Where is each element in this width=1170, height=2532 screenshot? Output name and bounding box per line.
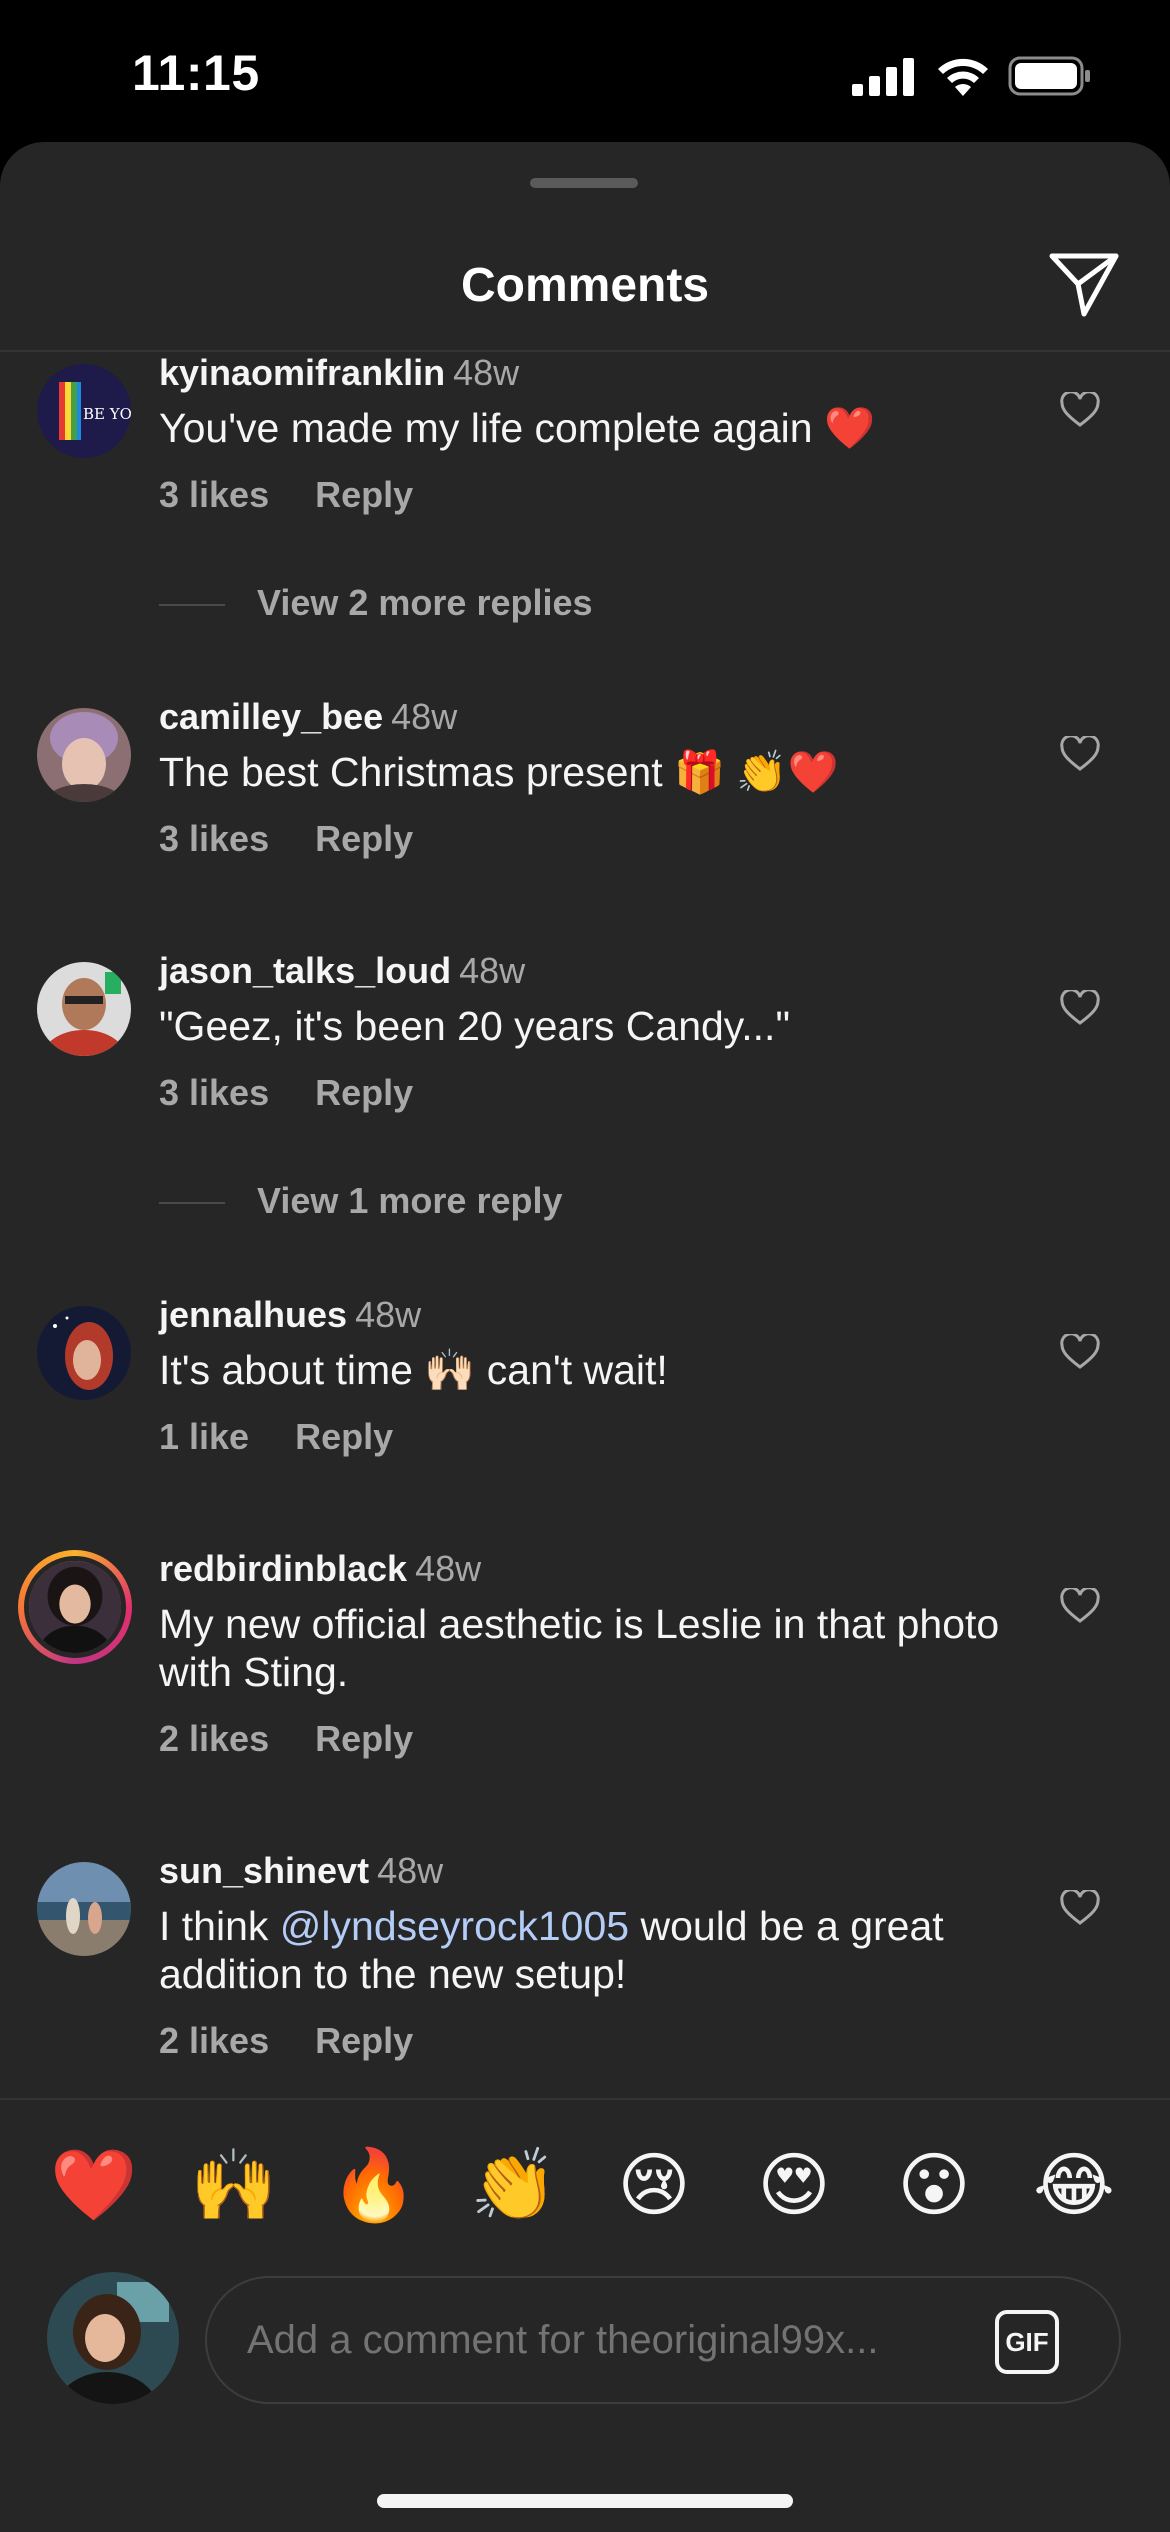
avatar[interactable] (37, 1862, 131, 1956)
status-bar: 11:15 (0, 0, 1170, 150)
signal-icon (852, 58, 914, 96)
comment-time: 48w (355, 1294, 422, 1335)
composer-divider (0, 2098, 1170, 2100)
view-replies-label: View 2 more replies (257, 582, 593, 623)
comment-header: jennalhues 48w (159, 1294, 421, 1336)
view-replies-button[interactable]: View 2 more replies (159, 582, 593, 624)
view-replies-label: View 1 more reply (257, 1180, 563, 1221)
comment-time: 48w (459, 950, 526, 991)
comment-text-before: I think (159, 1903, 280, 1949)
like-count[interactable]: 3 likes (159, 474, 269, 515)
battery-icon (1008, 56, 1090, 96)
comment-username[interactable]: camilley_bee (159, 696, 383, 737)
comment-text: It's about time 🙌🏻 can't wait! (159, 1347, 668, 1393)
comment-time: 48w (453, 352, 520, 393)
heart-icon[interactable] (1060, 736, 1100, 772)
emoji-fire-button[interactable]: 🔥 (329, 2140, 419, 2230)
comment-header: sun_shinevt 48w (159, 1850, 443, 1892)
heart-icon[interactable] (1060, 1334, 1100, 1370)
comment-meta: 3 likes Reply (159, 1072, 459, 1114)
emoji-heart-button[interactable]: ❤️ (49, 2140, 139, 2230)
avatar-text: BE YOU! (83, 405, 131, 423)
heart-icon[interactable] (1060, 1890, 1100, 1926)
composer-avatar (47, 2272, 179, 2404)
like-count[interactable]: 1 like (159, 1416, 249, 1457)
reply-button[interactable]: Reply (315, 1718, 413, 1759)
heart-icon[interactable] (1060, 392, 1100, 428)
comment-time: 48w (391, 696, 458, 737)
heart-icon[interactable] (1060, 1588, 1100, 1624)
mention-link[interactable]: @lyndseyrock1005 (280, 1903, 629, 1949)
emoji-clap-button[interactable]: 👏 (469, 2140, 559, 2230)
avatar (24, 1556, 126, 1658)
comment-username[interactable]: jason_talks_loud (159, 950, 451, 991)
comment-text: I think @lyndseyrock1005 would be a grea… (159, 1902, 1019, 1998)
emoji-crying-button[interactable]: 😢 (609, 2140, 699, 2230)
avatar[interactable]: BE YOU! (37, 364, 131, 458)
comment-time: 48w (415, 1548, 482, 1589)
replies-line (159, 1202, 225, 1205)
avatar[interactable] (37, 708, 131, 802)
comment-input-placeholder: Add a comment for theoriginal99x... (247, 2318, 879, 2362)
comment-meta: 3 likes Reply (159, 818, 459, 860)
avatar[interactable] (37, 962, 131, 1056)
emoji-raised-hands-button[interactable]: 🙌 (189, 2140, 279, 2230)
emoji-reaction-bar: ❤️ 🙌 🔥 👏 😢 😍 😮 😂 (0, 2140, 1170, 2230)
heart-icon[interactable] (1060, 990, 1100, 1026)
comment-header: kyinaomifranklin 48w (159, 352, 519, 394)
drag-handle[interactable] (530, 178, 638, 188)
like-count[interactable]: 3 likes (159, 818, 269, 859)
comment-header: redbirdinblack 48w (159, 1548, 481, 1590)
like-count[interactable]: 2 likes (159, 2020, 269, 2061)
reply-button[interactable]: Reply (315, 818, 413, 859)
status-time: 11:15 (132, 45, 260, 101)
gif-button[interactable]: GIF (995, 2310, 1059, 2374)
comment-time: 48w (377, 1850, 444, 1891)
comment-text: "Geez, it's been 20 years Candy..." (159, 1003, 790, 1049)
comment-list[interactable]: BE YOU! kyinaomifranklin48w You've made … (0, 352, 1170, 2098)
avatar-story-ring[interactable] (18, 1550, 132, 1664)
home-indicator (377, 2494, 793, 2508)
like-count[interactable]: 3 likes (159, 1072, 269, 1113)
comment-input[interactable]: Add a comment for theoriginal99x... GIF (205, 2276, 1121, 2404)
comment-text: The best Christmas present 🎁 👏❤️ (159, 749, 839, 795)
comment-username[interactable]: redbirdinblack (159, 1548, 407, 1589)
comment-header: jason_talks_loud 48w (159, 950, 525, 992)
comment-text: My new official aesthetic is Leslie in t… (159, 1601, 1000, 1695)
comment-meta: 2 likes Reply (159, 2020, 459, 2062)
comment-meta: 2 likes Reply (159, 1718, 459, 1760)
comment-username[interactable]: kyinaomifranklin (159, 352, 445, 393)
avatar[interactable] (37, 1306, 131, 1400)
comment-header: camilley_bee 48w (159, 696, 457, 738)
comment-text: You've made my life complete again ❤️ (159, 405, 876, 451)
reply-button[interactable]: Reply (315, 2020, 413, 2061)
comment-meta: 1 like Reply (159, 1416, 439, 1458)
wifi-icon (938, 58, 988, 96)
view-replies-button[interactable]: View 1 more reply (159, 1180, 563, 1222)
emoji-laughing-button[interactable]: 😂 (1029, 2140, 1119, 2230)
reply-button[interactable]: Reply (315, 1072, 413, 1113)
emoji-heart-eyes-button[interactable]: 😍 (749, 2140, 839, 2230)
reply-button[interactable]: Reply (315, 474, 413, 515)
comment-username[interactable]: sun_shinevt (159, 1850, 369, 1891)
paper-plane-icon[interactable] (1046, 250, 1122, 320)
replies-line (159, 604, 225, 607)
emoji-surprised-button[interactable]: 😮 (889, 2140, 979, 2230)
like-count[interactable]: 2 likes (159, 1718, 269, 1759)
comment-meta: 3 likes Reply (159, 474, 459, 516)
page-title: Comments (460, 259, 710, 312)
reply-button[interactable]: Reply (295, 1416, 393, 1457)
comment-username[interactable]: jennalhues (159, 1294, 347, 1335)
